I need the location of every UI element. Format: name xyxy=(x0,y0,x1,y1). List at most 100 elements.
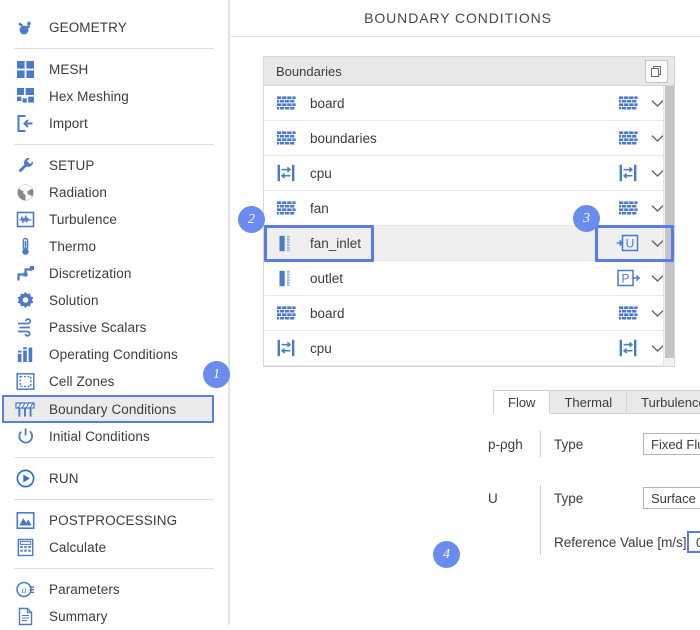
sidebar-item-solution[interactable]: Solution xyxy=(0,287,228,314)
sidebar-item-import[interactable]: Import xyxy=(0,110,228,137)
sidebar-item-postprocessing[interactable]: POSTPROCESSING xyxy=(0,507,228,534)
sidebar-item-label: Calculate xyxy=(49,540,107,555)
document-icon xyxy=(14,606,36,628)
sidebar-item-label: Discretization xyxy=(49,266,132,281)
boundary-name: fan_inlet xyxy=(310,235,362,251)
wall-icon xyxy=(276,128,296,148)
callout-badge-1: 1 xyxy=(203,361,230,388)
boundary-row[interactable]: cpu xyxy=(264,156,674,191)
geometry-icon xyxy=(14,17,36,39)
boundary-row[interactable]: board xyxy=(264,86,674,121)
boundary-name: outlet xyxy=(310,270,344,286)
form-field-label: Type xyxy=(554,490,584,506)
sidebar-item-parameters[interactable]: a Parameters xyxy=(0,576,228,603)
power-icon xyxy=(14,426,36,448)
copy-icon xyxy=(651,65,661,77)
wall-icon[interactable] xyxy=(616,198,640,218)
wall-icon xyxy=(276,303,296,323)
sidebar-item-label: GEOMETRY xyxy=(49,20,127,35)
boundary-row[interactable]: board xyxy=(264,296,674,331)
type-select-value: Surface Normal Fixed Value xyxy=(651,490,700,506)
boundary-row[interactable]: boundaries xyxy=(264,121,674,156)
form-row: U Type Surface Normal Fixed Value xyxy=(488,482,700,514)
application-window: GEOMETRY MESH Hex Meshing Import SETUP Radiat… xyxy=(0,0,700,626)
form-row: p-ρgh Type Fixed Flux Pressure xyxy=(488,428,700,460)
sidebar-item-thermo[interactable]: Thermo xyxy=(0,233,228,260)
wall-icon xyxy=(276,93,296,113)
form-field-label: Reference Value [m/s] xyxy=(554,534,687,550)
sidebar-separator xyxy=(14,457,214,458)
sidebar-item-cell-zones[interactable]: Cell Zones xyxy=(0,368,228,395)
sidebar-item-setup[interactable]: SETUP xyxy=(0,152,228,179)
sidebar-item-calculate[interactable]: Calculate xyxy=(0,534,228,561)
sidebar-separator xyxy=(14,499,214,500)
sidebar-item-label: Radiation xyxy=(49,185,107,200)
sidebar-item-label: Turbulence xyxy=(49,212,118,227)
form-row: Reference Value [m/s]0.1 xyxy=(488,526,700,558)
wall-icon xyxy=(276,198,296,218)
boundary-name: cpu xyxy=(310,340,332,356)
reference-value-input[interactable]: 0.1 xyxy=(687,531,700,553)
sidebar-item-turbulence[interactable]: Turbulence xyxy=(0,206,228,233)
svg-text:P: P xyxy=(621,271,629,285)
sidebar-item-summary[interactable]: Summary xyxy=(0,603,228,630)
page-title: BOUNDARY CONDITIONS xyxy=(364,10,552,26)
sidebar-item-label: Cell Zones xyxy=(49,374,115,389)
sidebar-item-radiation[interactable]: Radiation xyxy=(0,179,228,206)
wall-icon[interactable] xyxy=(616,93,640,113)
velocity-u-icon[interactable]: U xyxy=(616,233,640,253)
wall-icon[interactable] xyxy=(616,128,640,148)
callout-badge-4: 4 xyxy=(433,541,460,568)
form-field-label: Type xyxy=(554,436,584,452)
sidebar-item-operating-conditions[interactable]: Operating Conditions xyxy=(0,341,228,368)
sidebar-item-initial-conditions[interactable]: Initial Conditions xyxy=(0,423,228,450)
boundaries-panel-title: Boundaries xyxy=(276,63,342,79)
type-select[interactable]: Surface Normal Fixed Value xyxy=(643,487,700,509)
boundary-row[interactable]: cpu xyxy=(264,331,674,366)
tab-turbulence[interactable]: Turbulence xyxy=(626,390,700,414)
coupled-icon xyxy=(276,338,296,358)
tab-thermal[interactable]: Thermal xyxy=(549,390,628,414)
svg-text:U: U xyxy=(626,236,635,250)
boundary-row[interactable]: fan_inlet U xyxy=(264,226,674,261)
boundary-name: cpu xyxy=(310,165,332,181)
type-select[interactable]: Fixed Flux Pressure xyxy=(643,433,700,455)
sidebar-item-label: SETUP xyxy=(49,158,95,173)
sidebar-item-label: Import xyxy=(49,116,88,131)
sidebar-item-mesh[interactable]: MESH xyxy=(0,56,228,83)
calculator-icon xyxy=(14,537,36,559)
boundary-row[interactable]: outlet P xyxy=(264,261,674,296)
turbulence-icon xyxy=(14,209,36,231)
discretization-icon xyxy=(14,263,36,285)
inlet-icon xyxy=(276,268,296,288)
sidebar-item-hex-meshing[interactable]: Hex Meshing xyxy=(0,83,228,110)
sidebar-separator xyxy=(14,144,214,145)
bar-chart-icon xyxy=(14,344,36,366)
wall-icon[interactable] xyxy=(616,303,640,323)
radiation-icon xyxy=(14,182,36,204)
form-group-label: U xyxy=(488,490,498,506)
boundary-name: fan xyxy=(310,200,329,216)
sidebar-item-label: Hex Meshing xyxy=(49,89,129,104)
sidebar-item-passive-scalars[interactable]: Passive Scalars xyxy=(0,314,228,341)
sidebar-item-label: Solution xyxy=(49,293,99,308)
sidebar-item-label: RUN xyxy=(49,471,79,486)
thermometer-icon xyxy=(14,236,36,258)
coupled-icon[interactable] xyxy=(616,338,640,358)
sidebar-item-boundary-conditions[interactable]: Boundary Conditions xyxy=(2,395,214,423)
sidebar-item-geometry[interactable]: GEOMETRY xyxy=(0,14,228,41)
sidebar-item-run[interactable]: RUN xyxy=(0,465,228,492)
copy-button[interactable] xyxy=(645,59,668,83)
boundaries-scrollbar[interactable] xyxy=(663,86,674,366)
boundaries-scrollbar-thumb[interactable] xyxy=(665,86,674,358)
coupled-icon[interactable] xyxy=(616,163,640,183)
sidebar-item-discretization[interactable]: Discretization xyxy=(0,260,228,287)
boundary-name: board xyxy=(310,95,345,111)
boundaries-list[interactable]: board boundaries cpu fan fan_inlet Uoutlet Pbo… xyxy=(264,86,674,366)
boundary-properties-form: p-ρgh Type Fixed Flux Pressure U Type Surface… xyxy=(488,428,700,558)
tab-flow[interactable]: Flow xyxy=(493,390,551,414)
boundary-row[interactable]: fan xyxy=(264,191,674,226)
sidebar-item-label: Operating Conditions xyxy=(49,347,178,362)
pressure-p-icon[interactable]: P xyxy=(616,268,640,288)
property-tabs: Flow Thermal Turbulence xyxy=(493,390,700,414)
